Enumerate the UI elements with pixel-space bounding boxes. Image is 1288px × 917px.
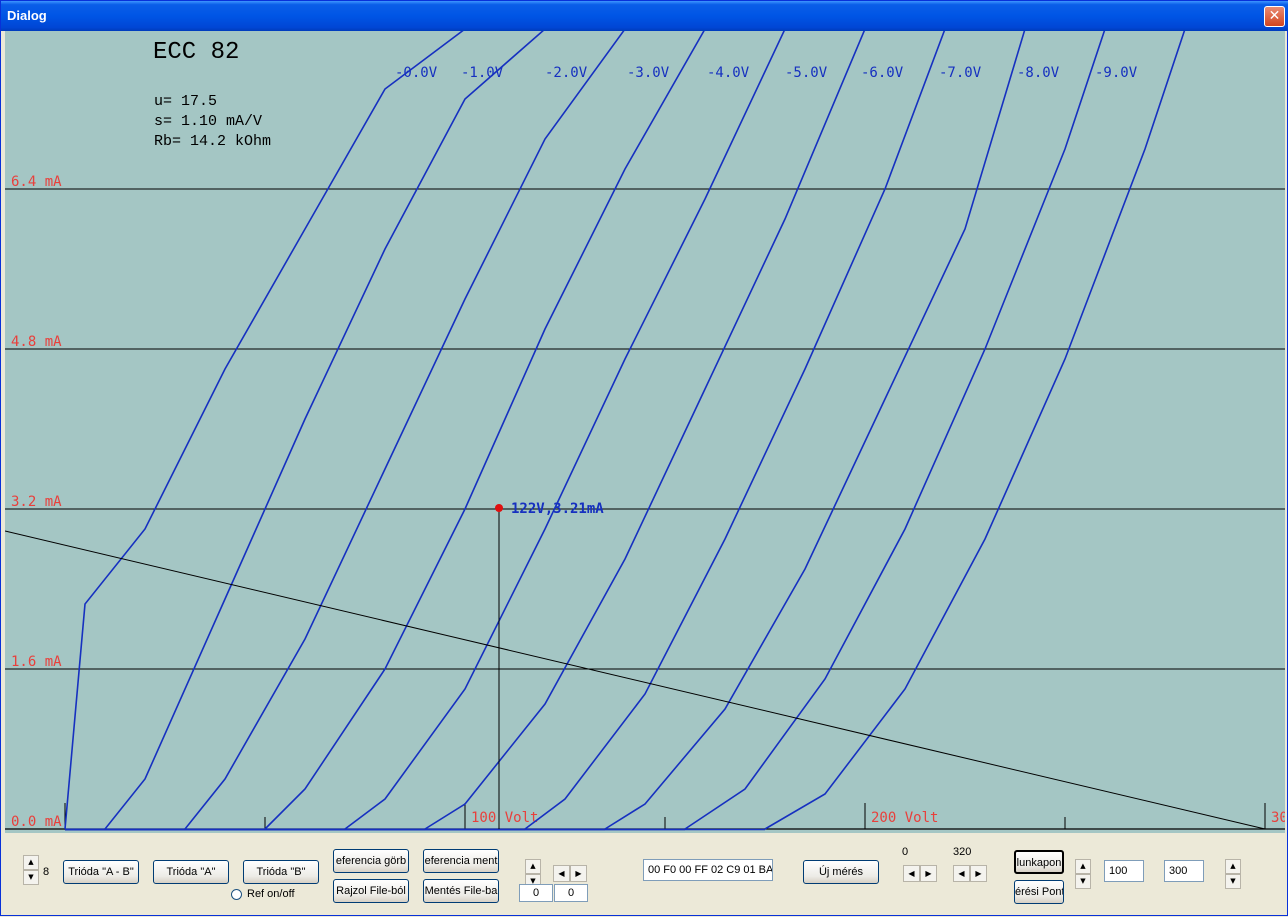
- count-value: 8: [43, 866, 50, 878]
- ref-radio-label: Ref on/off: [247, 888, 295, 900]
- value-spinner[interactable]: ▲ ▼: [1075, 859, 1091, 889]
- grid-voltage-label: -5.0V: [785, 65, 828, 81]
- spin-down-icon[interactable]: ▼: [1075, 874, 1091, 889]
- grid-voltage-label: -4.0V: [707, 65, 750, 81]
- current-label: 0.0 mA: [11, 814, 62, 830]
- characteristic-chart: 6.4 mA 4.8 mA 3.2 mA 1.6 mA 0.0 mA 100 Volt 20…: [5, 31, 1285, 831]
- curve-1: [104, 31, 544, 830]
- spin-up-icon[interactable]: ▲: [525, 859, 541, 874]
- range-end-spinner[interactable]: ◀ ▶: [953, 865, 987, 882]
- grid-voltage-label: -7.0V: [939, 65, 982, 81]
- current-label: 1.6 mA: [11, 654, 62, 670]
- arrow-right-icon[interactable]: ▶: [920, 865, 937, 882]
- title-bar[interactable]: Dialog ✕: [1, 1, 1288, 31]
- voltage-label: 300 Volt: [1271, 810, 1285, 826]
- curve-5: [424, 31, 866, 830]
- hex-data-field[interactable]: 00 F0 00 FF 02 C9 01 BA: [643, 859, 773, 881]
- curve-8: [684, 31, 1106, 830]
- range-start-label: 0: [902, 846, 909, 858]
- meresi-pont-button[interactable]: érési Pont: [1014, 880, 1064, 904]
- arrow-left-icon[interactable]: ◀: [553, 865, 570, 882]
- grid-voltage-label: -8.0V: [1017, 65, 1060, 81]
- ref-radio[interactable]: [231, 889, 242, 900]
- rajzol-file-button[interactable]: Rajzol File-ból: [333, 879, 409, 903]
- current-label: 6.4 mA: [11, 174, 62, 190]
- tube-parameter: u= 17.5: [154, 93, 217, 110]
- arrow-left-icon[interactable]: ◀: [953, 865, 970, 882]
- small-field-a[interactable]: 0: [519, 884, 553, 902]
- horizontal-spinner[interactable]: ◀ ▶: [553, 865, 587, 882]
- referencia-gorbe-button[interactable]: eferencia görb: [333, 849, 409, 873]
- range-end-label: 320: [953, 846, 972, 858]
- operating-point-marker: [495, 504, 503, 512]
- voltage-label: 200 Volt: [871, 810, 938, 826]
- voltage-label: 100 Volt: [471, 810, 538, 826]
- load-line: [5, 530, 1266, 830]
- trioda-ab-button[interactable]: Trióda "A - B": [63, 860, 139, 884]
- spin-up-icon[interactable]: ▲: [1225, 859, 1241, 874]
- arrow-right-icon[interactable]: ▶: [970, 865, 987, 882]
- control-panel: ▲ ▼ 8 Trióda "A - B" Trióda "A" Trióda "…: [1, 835, 1288, 917]
- arrow-right-icon[interactable]: ▶: [570, 865, 587, 882]
- curve-4: [344, 31, 785, 830]
- spin-up-icon[interactable]: ▲: [23, 855, 39, 870]
- curve-2: [184, 31, 625, 830]
- grid-voltage-label: -0.0V: [395, 65, 438, 81]
- grid-voltage-label: -2.0V: [545, 65, 588, 81]
- uj-meres-button[interactable]: Új mérés: [803, 860, 879, 884]
- value-100-field[interactable]: 100: [1104, 860, 1144, 882]
- grid-voltage-label: -1.0V: [461, 65, 504, 81]
- tube-parameter: Rb= 14.2 kOhm: [154, 133, 271, 150]
- tube-parameter: s= 1.10 mA/V: [154, 113, 262, 130]
- current-label: 3.2 mA: [11, 494, 62, 510]
- referencia-mentes-button[interactable]: eferencia ment: [423, 849, 499, 873]
- curve-3: [264, 31, 705, 830]
- small-field-b[interactable]: 0: [554, 884, 588, 902]
- spin-down-icon[interactable]: ▼: [1225, 874, 1241, 889]
- curve-7: [604, 31, 1026, 830]
- grid-voltage-label: -6.0V: [861, 65, 904, 81]
- plot-area[interactable]: 6.4 mA 4.8 mA 3.2 mA 1.6 mA 0.0 mA 100 Volt 20…: [5, 31, 1285, 833]
- count-spinner[interactable]: ▲ ▼: [23, 855, 39, 885]
- trioda-b-button[interactable]: Trióda "B": [243, 860, 319, 884]
- value-300-field[interactable]: 300: [1164, 860, 1204, 882]
- close-button[interactable]: ✕: [1264, 6, 1285, 27]
- value-300-spinner[interactable]: ▲ ▼: [1225, 859, 1241, 889]
- grid-voltage-label: -9.0V: [1095, 65, 1138, 81]
- close-icon: ✕: [1268, 8, 1281, 24]
- curve-6: [524, 31, 946, 830]
- operating-point-label: 122V,3.21mA: [511, 501, 604, 517]
- arrow-left-icon[interactable]: ◀: [903, 865, 920, 882]
- window-title: Dialog: [7, 8, 47, 23]
- spin-up-icon[interactable]: ▲: [1075, 859, 1091, 874]
- mentes-file-button[interactable]: Mentés File-ba: [423, 879, 499, 903]
- trioda-a-button[interactable]: Trióda "A": [153, 860, 229, 884]
- munkapont-button[interactable]: lunkapon: [1014, 850, 1064, 874]
- curve-9: [764, 31, 1186, 830]
- dialog-window: Dialog ✕ 6.4 mA 4.8 mA 3.2 mA 1.6 mA 0.0 mA 1…: [0, 0, 1288, 916]
- spin-down-icon[interactable]: ▼: [23, 870, 39, 885]
- grid-voltage-label: -3.0V: [627, 65, 670, 81]
- tube-title: ECC 82: [153, 39, 239, 66]
- current-label: 4.8 mA: [11, 334, 62, 350]
- range-start-spinner[interactable]: ◀ ▶: [903, 865, 937, 882]
